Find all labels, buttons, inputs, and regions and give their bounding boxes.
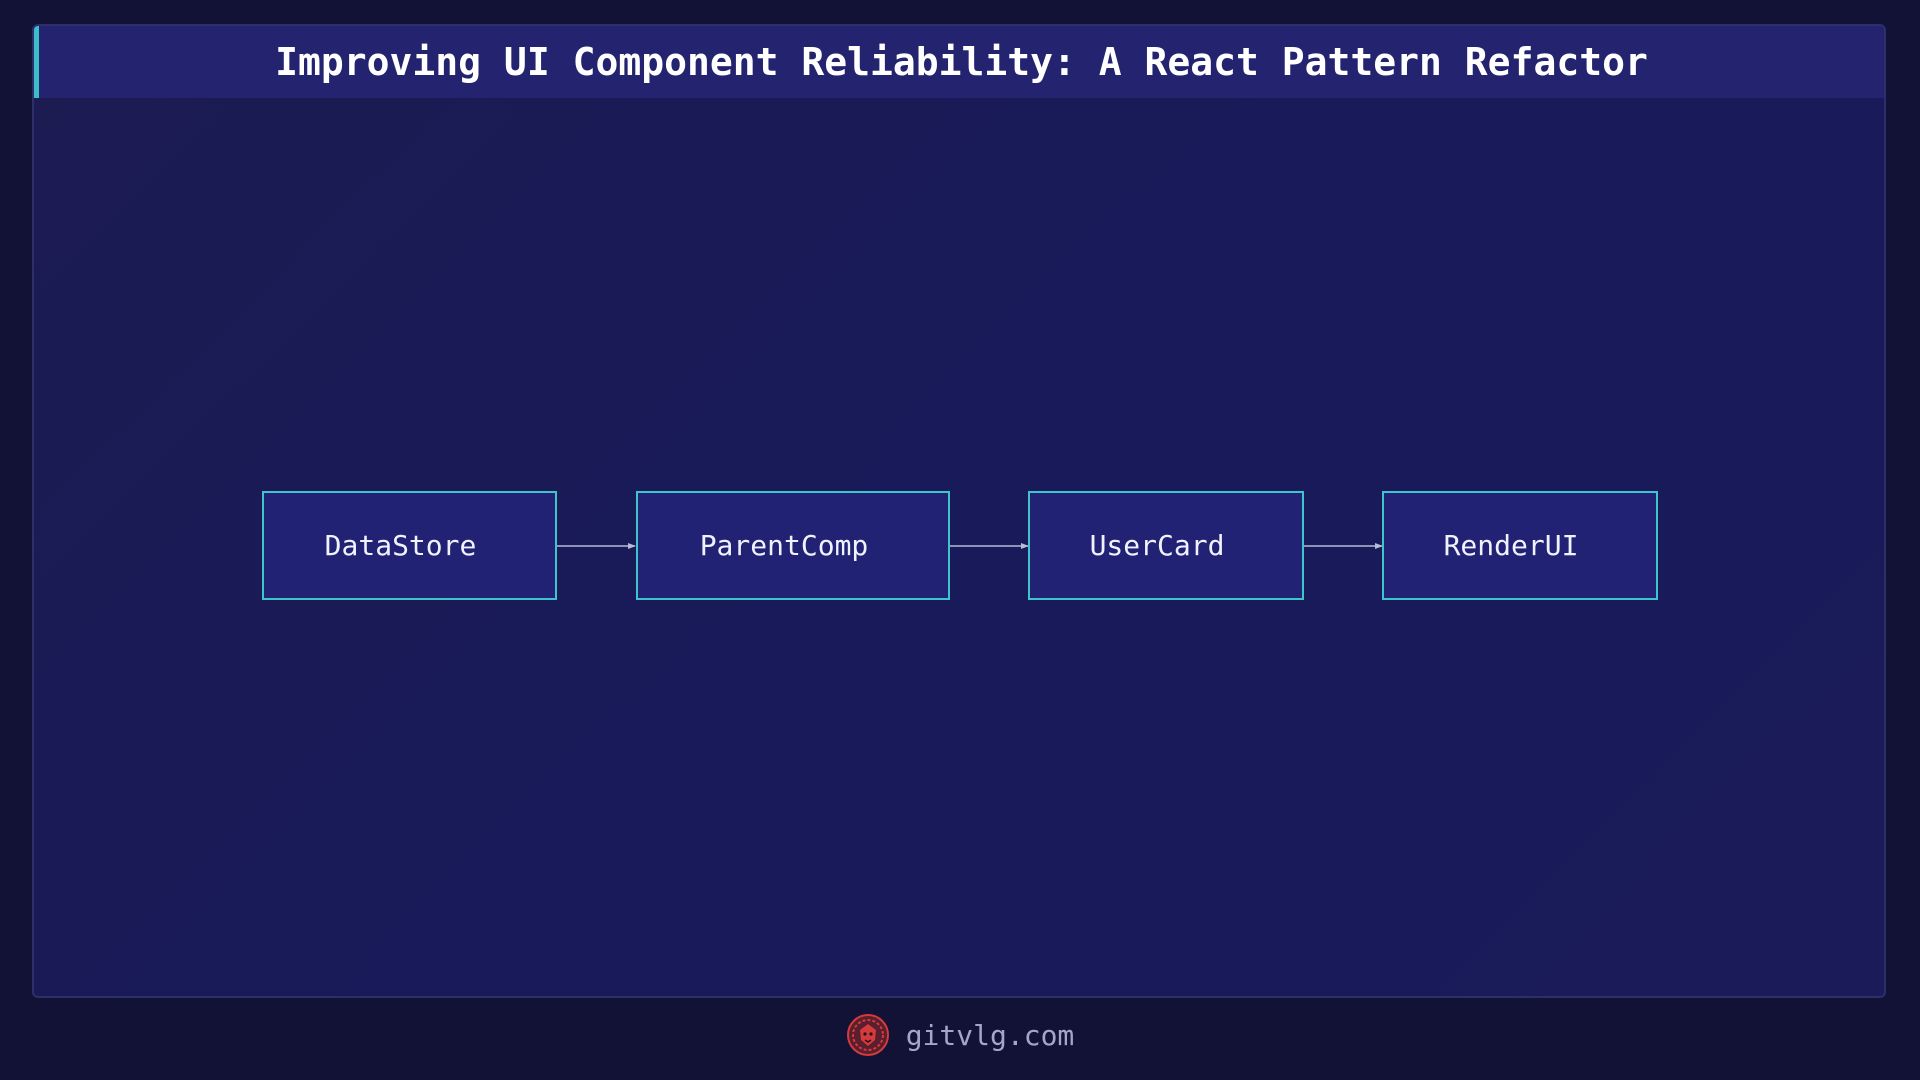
node-label-parentcomp: ParentComp — [699, 529, 869, 562]
node-label-renderui: RenderUI — [1443, 529, 1579, 562]
node-label-datastore: DataStore — [324, 529, 477, 562]
footer: gitvlg.com — [0, 1010, 1920, 1060]
node-renderui: RenderUI — [1382, 491, 1658, 600]
node-parentcomp: ParentComp — [636, 491, 950, 600]
node-label-usercard: UserCard — [1089, 529, 1225, 562]
lion-head-icon — [846, 1014, 889, 1056]
node-usercard: UserCard — [1028, 491, 1304, 600]
footer-site-link[interactable]: gitvlg.com — [906, 1019, 1075, 1052]
node-datastore: DataStore — [262, 491, 557, 600]
